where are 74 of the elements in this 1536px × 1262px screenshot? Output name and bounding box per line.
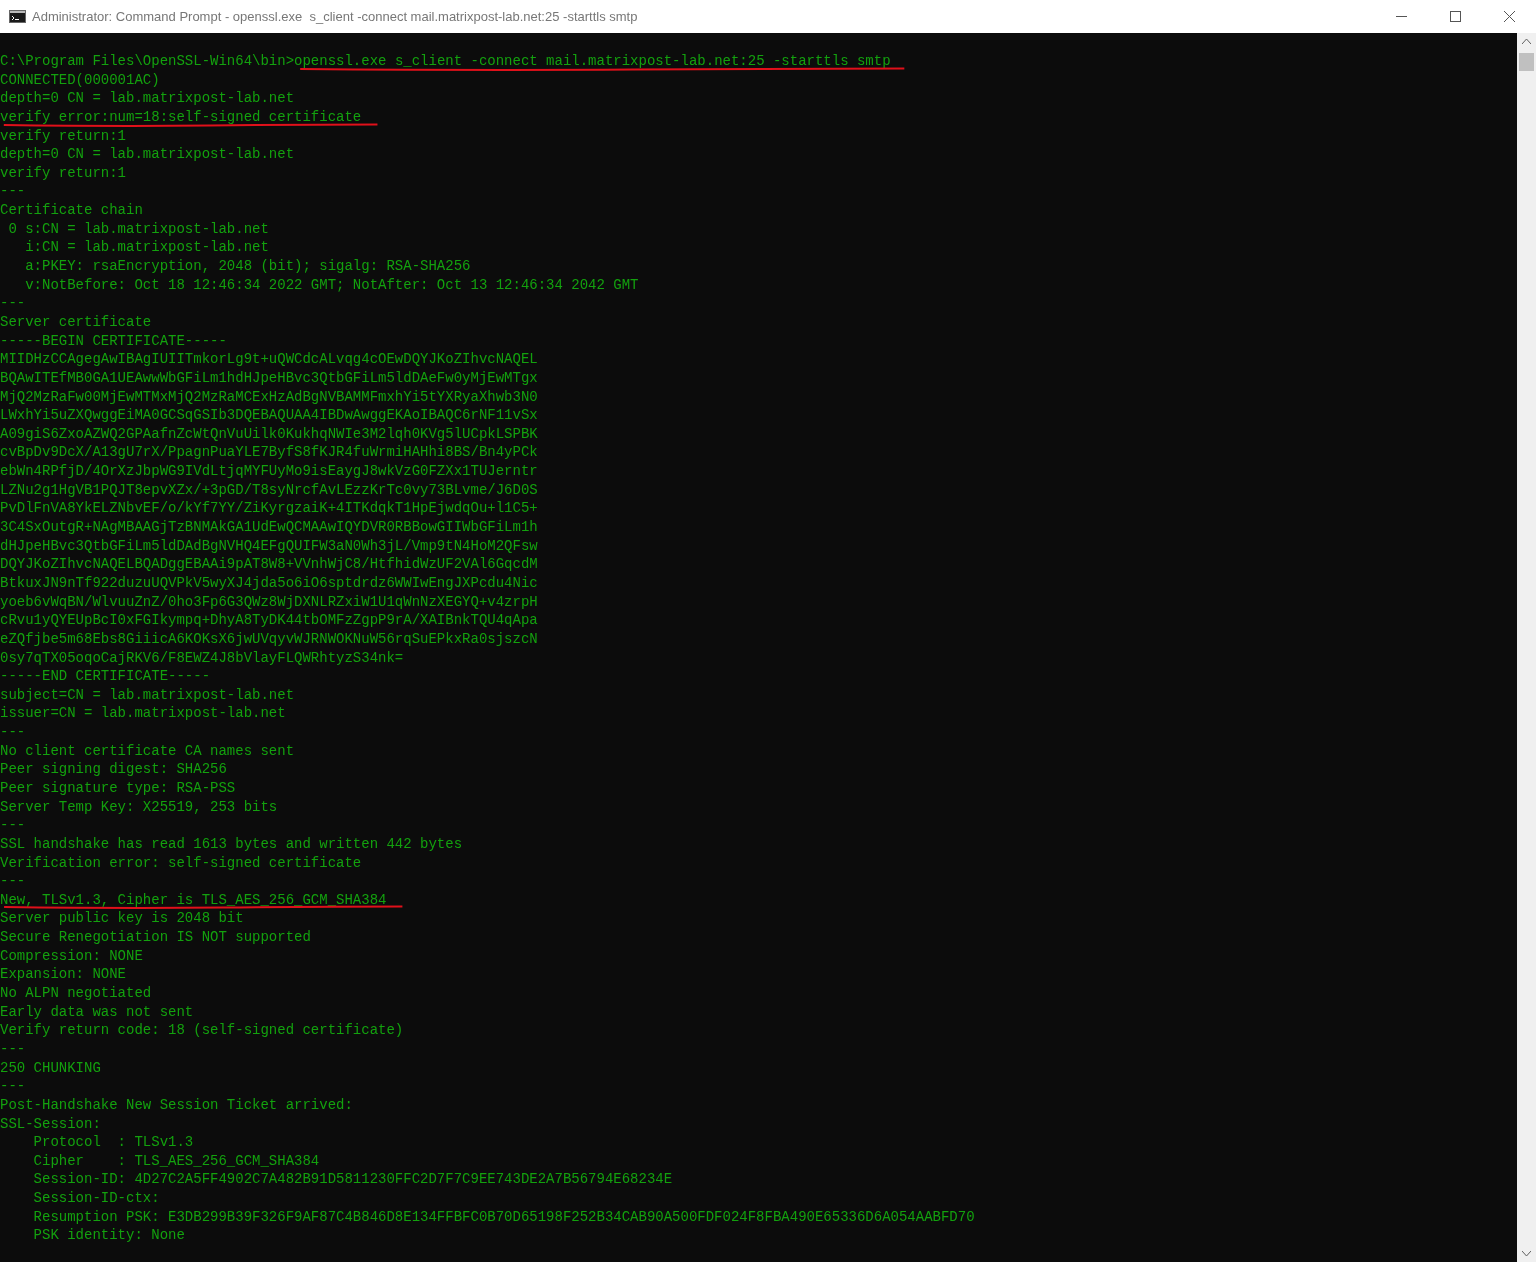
terminal-line: Server certificate <box>0 313 152 330</box>
terminal-line: MjQ2MzRaFw00MjEwMTMxMjQ2MzRaMCExHzAdBgNVBAMMFmxhYi5tYXRyaXhwb3N0 <box>0 388 538 405</box>
terminal-line: cRvu1yQYEUpBcI0xFGIkympq+DhyA8TyDK44tbOMFzZgpP9rA/XAIBnkTQU4qApa <box>0 612 538 629</box>
terminal-line: Post-Handshake New Session Ticket arrived: <box>0 1096 353 1113</box>
terminal-line: depth=0 CN = lab.matrixpost-lab.net <box>0 146 295 163</box>
terminal-line: depth=0 CN = lab.matrixpost-lab.net <box>0 90 295 107</box>
terminal-line: PvDlFnVA8YkELZNbvEF/o/kYf7YY/ZiKyrgzaiK+4ITKdqkT1HpEjwdqOu+l1C5+ <box>0 500 538 517</box>
scroll-up-icon[interactable] <box>1522 39 1531 44</box>
terminal-line: Certificate chain <box>0 202 143 219</box>
terminal-line: New, TLSv1.3, Cipher is TLS_AES_256_GCM_SHA384 <box>0 891 387 908</box>
terminal-line: SSL-Session: <box>0 1115 101 1132</box>
close-icon <box>1503 11 1515 22</box>
command-text: openssl.exe s_client -connect mail.matrixpost-lab.net:25 -starttls smtp <box>294 53 891 69</box>
terminal-line: Resumption PSK: E3DB299B39F326F9AF87C4B846D8E134FFBFC0B70D65198F252B34CAB90A500FDF024F8FBA490E65336D6A054AABFD70 <box>32 1208 975 1225</box>
terminal-line: 0sy7qTX05oqoCajRKV6/F8EWZ4J8bVlayFLQWRhtyzS34nk= <box>0 649 404 666</box>
terminal-line: Compression: NONE <box>0 947 143 964</box>
terminal-line: BQAwITEfMB0GA1UEAwwWbGFiLm1hdHJpeHBvc3QtbGFiLm5ldDAeFw0yMjEwMTgx <box>0 369 538 386</box>
terminal-line: Cipher : TLS_AES_256_GCM_SHA384 <box>32 1152 320 1169</box>
terminal-line: No client certificate CA names sent <box>0 742 295 759</box>
terminal-line: 3C4SxOutgR+NAgMBAAGjTzBNMAkGA1UdEwQCMAAwIQYDVR0RBBowGIIWbGFiLm1h <box>0 519 538 535</box>
terminal-line: CONNECTED(000001AC) <box>0 71 160 88</box>
terminal-line: LWxhYi5uZXQwggEiMA0GCSqGSIb3DQEBAQUAA4IBDwAwggEKAoIBAQC6rNF11vSx <box>0 407 538 424</box>
terminal-line: Verification error: self-signed certificate <box>0 854 362 871</box>
terminal-line: DQYJKoZIhvcNAQELBQADggEBAAi9pAT8W8+VVnhWjC8/HtfhidWzUF2VAl6GqcdM <box>0 556 538 573</box>
terminal-line: -----END CERTIFICATE----- <box>0 668 211 685</box>
terminal-app-icon <box>9 10 26 23</box>
terminal-line: --- <box>0 1078 26 1095</box>
scrollbar-thumb[interactable] <box>1519 53 1534 71</box>
terminal-line: verify error:num=18:self-signed certificate <box>0 108 362 125</box>
terminal-line: --- <box>0 1040 26 1057</box>
terminal-line: 0 s:CN = lab.matrixpost-lab.net <box>7 220 269 237</box>
terminal-line: dHJpeHBvc3QtbGFiLm5ldDAdBgNVHQ4EFgQUIFW3aN0Wh3jL/Vmp9tN4HoM2QFsw <box>0 537 538 554</box>
maximize-icon <box>1449 11 1461 22</box>
terminal-line: Peer signature type: RSA-PSS <box>0 780 236 796</box>
terminal-line: yoeb6vWqBN/WlvuuZnZ/0ho3Fp6G3QWz8WjDXNLRZxiW1U1qWnNzXEGYQ+v4zrpH <box>0 593 538 610</box>
terminal-line: MIIDHzCCAgegAwIBAgIUIITmkorLg9t+uQWCdcALvqg4cOEwDQYJKoZIhvcNAQEL <box>0 351 538 368</box>
terminal-line: Secure Renegotiation IS NOT supported <box>0 929 311 946</box>
terminal-line: --- <box>0 817 26 834</box>
terminal-line: Server Temp Key: X25519, 253 bits <box>0 798 278 815</box>
terminal-line: A09giS6ZxoAZWQ2GPAafnZcWtQnVuUilk0KukhqNWIe3M2lqh0KVg5lUCpkLSPBK <box>0 425 538 442</box>
command-prompt: C:\Program Files\OpenSSL-Win64\bin> <box>0 52 295 71</box>
terminal-line: --- <box>0 724 26 741</box>
scroll-down-icon[interactable] <box>1522 1251 1531 1256</box>
terminal-line: PSK identity: None <box>32 1227 185 1244</box>
terminal-line: subject=CN = lab.matrixpost-lab.net <box>0 686 295 703</box>
window-title: Administrator: Command Prompt - openssl.exe s_client -connect mail.matrixpost-lab.net:25 -starttls smtp <box>32 7 638 26</box>
terminal-line: --- <box>0 873 26 890</box>
terminal-line: cvBpDv9DcX/A13gU7rX/PpagnPuaYLE7ByfS8fKJR4fuWrmiHAHhi8BS/Bn4yPCk <box>0 444 538 461</box>
terminal-line: LZNu2g1HgVB1PQJT8epvXZx/+3pGD/T8syNrcfAvLEzzKrTc0vy73BLvme/J6D0S <box>0 481 538 498</box>
terminal-line: Protocol : TLSv1.3 <box>32 1134 194 1151</box>
terminal-line: verify return:1 <box>0 127 127 144</box>
terminal-line: --- <box>0 295 26 312</box>
terminal-line: i:CN = lab.matrixpost-lab.net <box>24 239 269 256</box>
terminal-line: Verify return code: 18 (self-signed certificate) <box>0 1022 404 1039</box>
terminal-line: ebWn4RPfjD/4OrXzJbpWG9IVdLtjqMYFUyMo9isEaygJ8wkVzG0FZXx1TUJerntr <box>0 463 538 480</box>
terminal-line: Early data was not sent <box>0 1003 194 1020</box>
minimize-icon <box>1395 16 1407 17</box>
terminal-line: issuer=CN = lab.matrixpost-lab.net <box>0 705 286 722</box>
terminal-line: No ALPN negotiated <box>0 985 152 1002</box>
terminal-line: a:PKEY: rsaEncryption, 2048 (bit); sigalg: RSA-SHA256 <box>24 258 471 275</box>
terminal-line: --- <box>0 183 26 200</box>
terminal-line: Session-ID-ctx: <box>32 1190 160 1207</box>
terminal-line: verify return:1 <box>0 164 127 181</box>
terminal-line: v:NotBefore: Oct 18 12:46:34 2022 GMT; NotAfter: Oct 13 12:46:34 2042 GMT <box>24 276 639 293</box>
terminal-line: SSL handshake has read 1613 bytes and written 442 bytes <box>0 835 463 852</box>
terminal-line: eZQfjbe5m68Ebs8GiiicA6KOKsX6jwUVqyvWJRNWOKNuW56rqSuEPkxRa0sjszcN <box>0 630 538 647</box>
scrollbar[interactable] <box>1517 33 1536 1262</box>
terminal-line: Expansion: NONE <box>0 966 127 983</box>
terminal-line: 250 CHUNKING <box>0 1059 101 1076</box>
terminal-line: Server public key is 2048 bit <box>0 910 244 927</box>
terminal-line: Peer signing digest: SHA256 <box>0 761 227 778</box>
terminal-line: BtkuxJN9nTf922duzuUQVPkV5wyXJ4jda5o6iO6sptdrdz6WWIwEngJXPcdu4Nic <box>0 574 538 591</box>
terminal-line: -----BEGIN CERTIFICATE----- <box>0 332 227 349</box>
terminal-line: Session-ID: 4D27C2A5FF4902C7A482B91D5811230FFC2D7F7C9EE743DE2A7B56794E68234E <box>32 1171 673 1188</box>
